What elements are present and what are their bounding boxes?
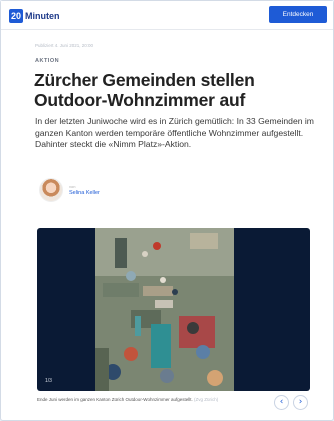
site-logo[interactable]: 20 Minuten	[9, 9, 60, 23]
gallery-photo	[95, 228, 234, 391]
article-card: 20 Minuten Entdecken Publiziert 4. Juni …	[0, 0, 334, 421]
gallery-prev-button[interactable]: ‹	[274, 395, 289, 410]
chevron-left-icon: ‹	[279, 397, 284, 407]
author-text: von Selina Keller	[69, 184, 100, 197]
avatar	[39, 178, 63, 202]
gallery-next-button[interactable]: ›	[293, 395, 308, 410]
top-bar: 20 Minuten Entdecken	[1, 1, 333, 30]
article-headline: Zürcher Gemeinden stellen Outdoor-Wohnzi…	[34, 70, 255, 110]
entdecken-button[interactable]: Entdecken	[269, 6, 327, 23]
gallery-caption: Ende Juni werden im ganzen Kanton Zürich…	[37, 396, 262, 403]
chevron-right-icon: ›	[298, 397, 303, 407]
logo-mark: 20	[9, 9, 23, 23]
article-lead: In der letzten Juniwoche wird es in Züri…	[35, 116, 314, 149]
caption-credit: (Zvg Zürich)	[194, 397, 219, 402]
publish-date: Publiziert 4. Juni 2021, 20:00	[35, 43, 94, 48]
section-label[interactable]: AKTION	[35, 58, 59, 64]
logo-text: Minuten	[25, 11, 60, 21]
caption-text: Ende Juni werden im ganzen Kanton Zürich…	[37, 397, 193, 402]
author-block[interactable]: von Selina Keller	[39, 178, 100, 202]
gallery-counter: 1/3	[45, 378, 52, 384]
gallery-image[interactable]: 1/3	[37, 228, 310, 391]
author-name-link[interactable]: Selina Keller	[69, 189, 100, 197]
